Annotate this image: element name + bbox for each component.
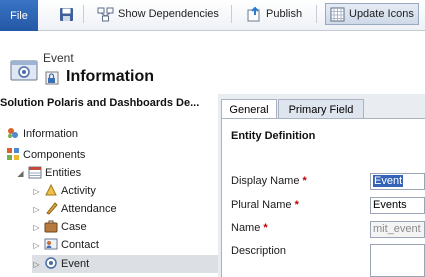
required-marker: * <box>263 222 268 234</box>
nav-item-attendance[interactable]: ▷ Attendance <box>32 200 117 218</box>
solution-nav <box>0 94 205 277</box>
nav-item-components[interactable]: Components <box>6 146 85 164</box>
name-label: Name * <box>231 222 268 234</box>
ribbon-divider <box>316 5 317 23</box>
nav-item-label: Entities <box>45 167 82 179</box>
plural-name-label: Plural Name * <box>231 199 299 211</box>
description-field[interactable] <box>370 244 425 277</box>
save-button[interactable] <box>59 4 74 24</box>
plural-name-label-text: Plural Name <box>231 199 292 211</box>
entity-subtitle: Event <box>43 51 74 65</box>
publish-button[interactable]: Publish <box>246 4 302 24</box>
display-name-label: Display Name * <box>231 175 307 187</box>
plural-name-value: Events <box>373 199 407 211</box>
nav-item-label: Contact <box>61 239 99 251</box>
nav-item-label: Attendance <box>61 203 117 215</box>
event-icon <box>44 256 58 273</box>
collapse-icon[interactable]: ◢ <box>16 169 25 178</box>
update-icons-icon <box>330 7 345 22</box>
contact-icon <box>44 237 58 254</box>
display-name-field[interactable]: Event <box>370 173 425 190</box>
nav-item-contact[interactable]: ▷ Contact <box>32 236 99 254</box>
save-icon <box>59 7 74 22</box>
nav-item-label: Activity <box>61 185 96 197</box>
expand-icon[interactable]: ▷ <box>32 187 41 196</box>
update-icons-label: Update Icons <box>349 8 414 20</box>
file-tab[interactable]: File <box>0 0 38 31</box>
expand-icon[interactable]: ▷ <box>32 205 41 214</box>
attendance-icon <box>44 201 58 218</box>
display-name-label-text: Display Name <box>231 175 300 187</box>
nav-item-entities[interactable]: ◢ Entities <box>16 164 81 182</box>
schema-name-field[interactable]: mit_event <box>370 221 425 238</box>
solution-heading: Solution Polaris and Dashboards De... <box>0 97 200 109</box>
publish-label: Publish <box>266 8 303 20</box>
show-dependencies-label: Show Dependencies <box>118 8 219 20</box>
page-title: Information <box>66 68 154 85</box>
description-label: Description <box>231 245 287 257</box>
entities-icon <box>28 165 42 182</box>
expand-icon[interactable]: ▷ <box>32 241 41 250</box>
update-icons-button[interactable]: Update Icons <box>325 3 419 25</box>
nav-item-label: Event <box>61 258 90 270</box>
ribbon-divider <box>83 5 84 23</box>
tab-primary-field[interactable]: Primary Field <box>278 99 364 119</box>
nav-item-case[interactable]: ▷ Case <box>32 218 87 236</box>
ribbon-toolbar: File Show Dependencies Publish Update Ic… <box>0 0 425 31</box>
case-icon <box>44 219 58 236</box>
nav-item-label: Information <box>23 128 79 140</box>
activity-icon <box>44 183 58 200</box>
required-marker: * <box>302 175 307 187</box>
components-icon <box>6 147 20 164</box>
nav-item-label: Case <box>61 221 87 233</box>
show-dependencies-button[interactable]: Show Dependencies <box>97 4 219 24</box>
lock-icon <box>44 70 60 89</box>
ribbon-divider <box>231 5 232 23</box>
dependencies-icon <box>97 7 114 22</box>
section-title: Entity Definition <box>231 130 316 142</box>
nav-item-activity[interactable]: ▷ Activity <box>32 182 96 200</box>
nav-item-information[interactable]: Information <box>6 125 78 143</box>
entity-icon <box>10 58 40 85</box>
expand-icon[interactable]: ▷ <box>32 223 41 232</box>
nav-item-label: Components <box>23 149 86 161</box>
information-icon <box>6 126 20 143</box>
expand-icon[interactable]: ▷ <box>32 260 41 269</box>
name-label-text: Name <box>231 222 261 234</box>
required-marker: * <box>294 199 299 211</box>
display-name-value: Event <box>373 175 404 187</box>
schema-name-value: mit_event <box>373 223 421 235</box>
publish-icon <box>246 6 262 22</box>
nav-item-event[interactable]: ▷ Event <box>32 255 232 273</box>
tab-general[interactable]: General <box>221 99 277 119</box>
plural-name-field[interactable]: Events <box>370 197 425 214</box>
